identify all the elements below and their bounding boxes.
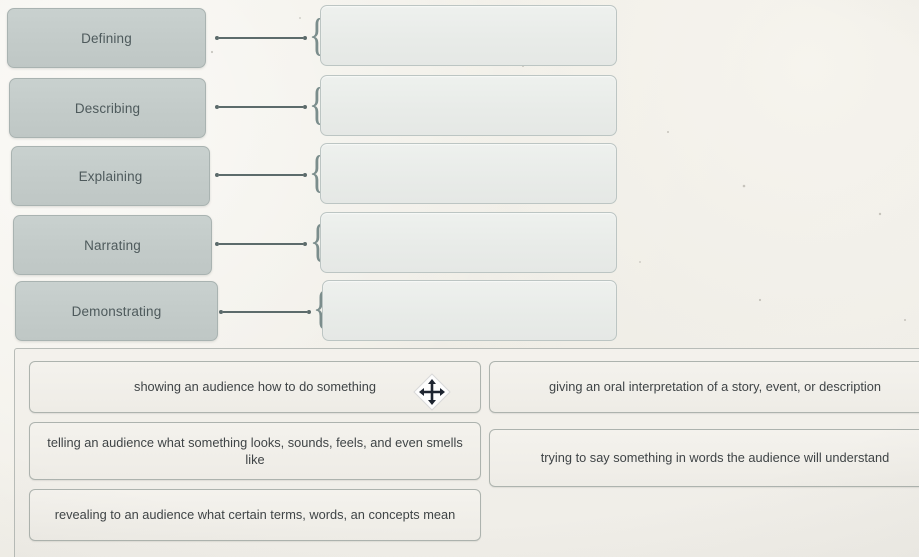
connector-stroke: [219, 243, 303, 245]
prompt-box-explaining[interactable]: Explaining: [11, 146, 210, 206]
answer-option-giving[interactable]: giving an oral interpretation of a story…: [489, 361, 919, 413]
answer-bank-panel: showing an audience how to do something …: [14, 348, 919, 557]
drop-target-describing[interactable]: [320, 75, 617, 136]
connector-line-4: [215, 237, 307, 251]
connector-dot-right: [303, 36, 307, 40]
answer-option-telling[interactable]: telling an audience what something looks…: [29, 422, 481, 480]
prompt-box-describing[interactable]: Describing: [9, 78, 206, 138]
connector-line-5: [219, 305, 311, 319]
connector-line-2: [215, 100, 307, 114]
connector-dot-right: [303, 173, 307, 177]
prompt-box-defining[interactable]: Defining: [7, 8, 206, 68]
drop-target-defining[interactable]: [320, 5, 617, 66]
connector-stroke: [223, 311, 307, 313]
prompt-label: Describing: [74, 100, 141, 116]
connector-dot-right: [303, 242, 307, 246]
answer-option-revealing[interactable]: revealing to an audience what certain te…: [29, 489, 481, 541]
drop-target-explaining[interactable]: [320, 143, 617, 204]
prompt-label: Demonstrating: [71, 303, 162, 319]
prompt-box-demonstrating[interactable]: Demonstrating: [15, 281, 218, 341]
answer-option-trying[interactable]: trying to say something in words the aud…: [489, 429, 919, 487]
connector-stroke: [219, 106, 303, 108]
connector-dot-right: [303, 105, 307, 109]
prompt-label: Narrating: [84, 237, 141, 253]
drop-target-narrating[interactable]: [320, 212, 617, 273]
connector-stroke: [219, 37, 303, 39]
connector-dot-right: [307, 310, 311, 314]
connector-stroke: [219, 174, 303, 176]
connector-line-3: [215, 168, 307, 182]
connector-line-1: [215, 31, 307, 45]
answer-option-showing[interactable]: showing an audience how to do something: [29, 361, 481, 413]
prompt-label: Defining: [81, 30, 132, 46]
prompt-label: Explaining: [78, 168, 143, 184]
drop-target-demonstrating[interactable]: [322, 280, 617, 341]
prompt-box-narrating[interactable]: Narrating: [13, 215, 212, 275]
